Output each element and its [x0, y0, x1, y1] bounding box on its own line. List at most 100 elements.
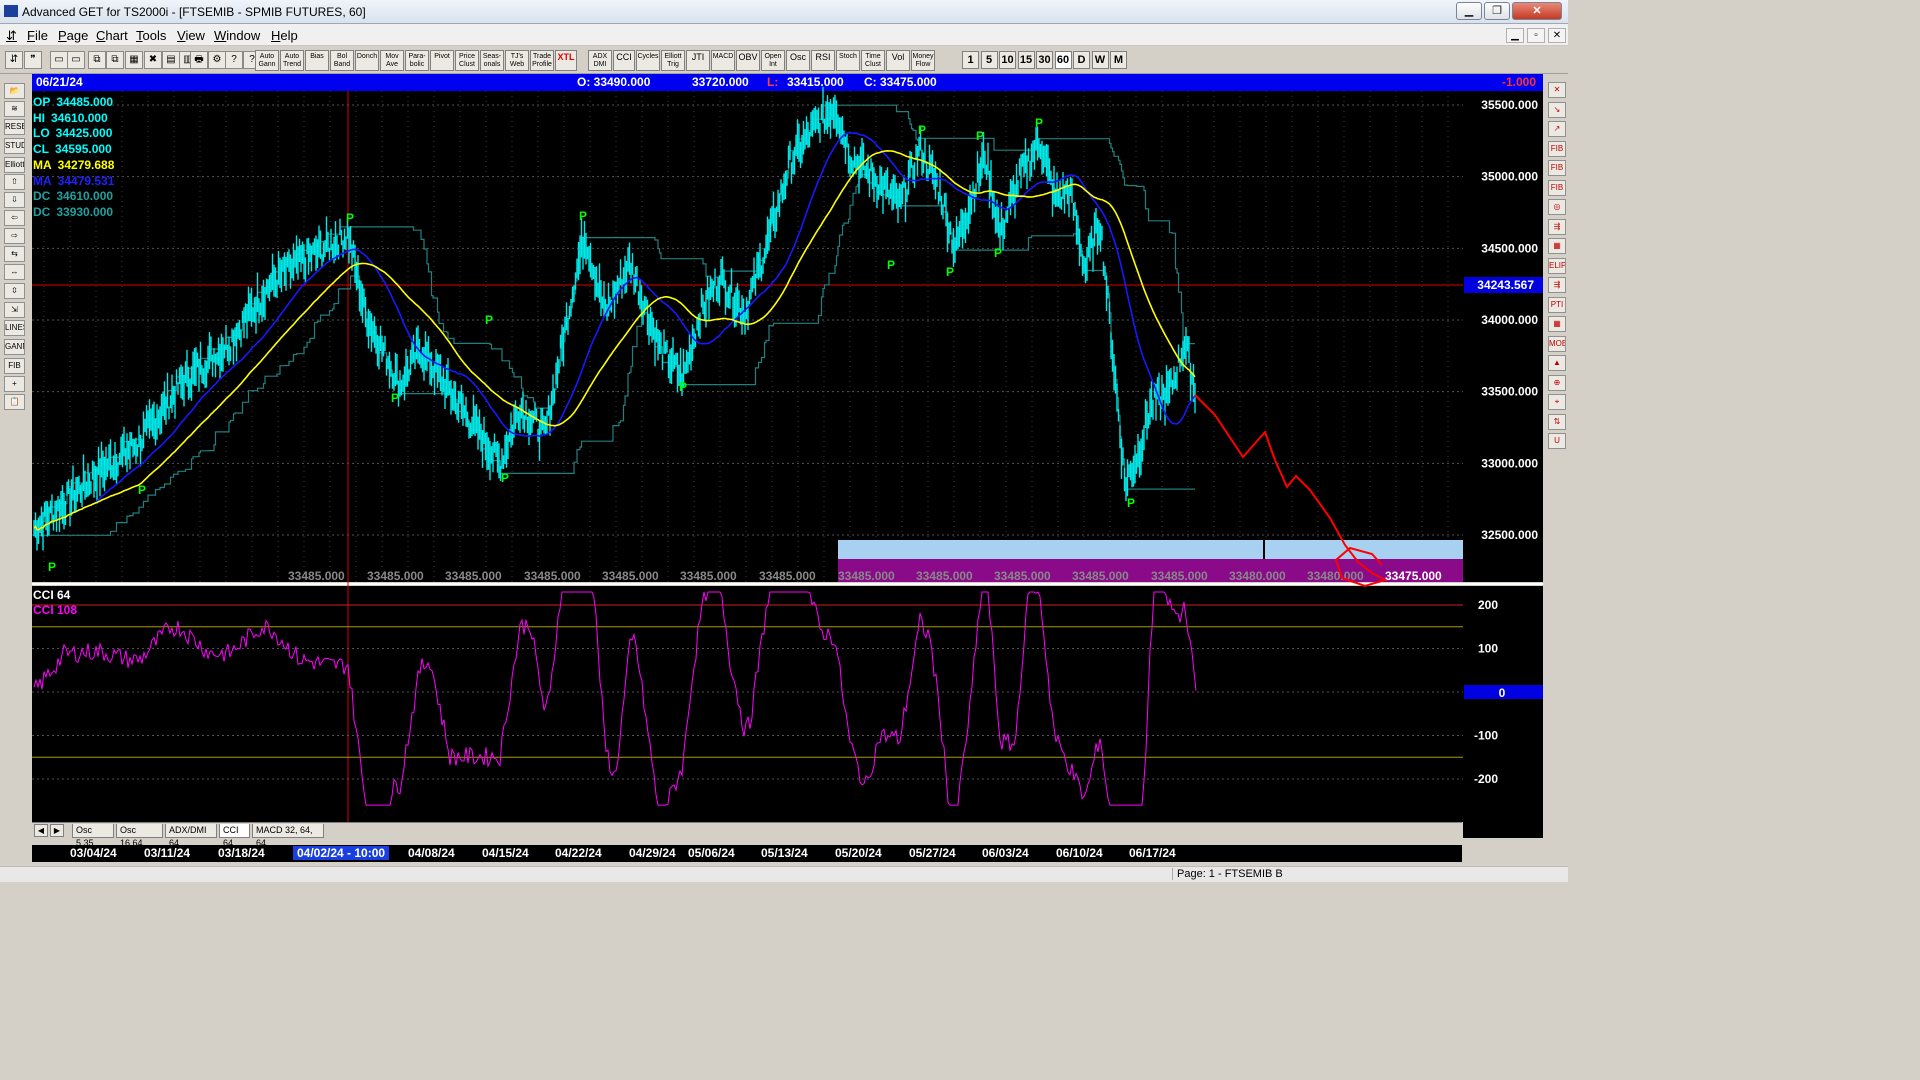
price-chart[interactable]: 35500.000 35000.000 34500.000 34000.000 3350… [0, 0, 1568, 882]
right-tool-1-icon[interactable]: ↘ [1548, 101, 1566, 118]
study-button-bias[interactable]: Bias [305, 50, 329, 71]
toolbar-icon-1[interactable]: ❞ [24, 51, 42, 69]
left-tool-17-icon[interactable]: 📋 [4, 394, 25, 410]
left-tool-6-icon[interactable]: ⇩ [4, 192, 25, 208]
study-button-cci[interactable]: CCI [613, 50, 635, 71]
toolbar-icon-11[interactable]: ⚙ [208, 51, 226, 69]
toolbar-icon-0[interactable]: ⇵ [5, 51, 23, 69]
right-tool-6-icon[interactable]: ◎ [1548, 199, 1566, 215]
right-tool-16-icon[interactable]: ⌖ [1548, 394, 1566, 410]
menu-chart[interactable]: Chart [96, 28, 128, 43]
study-button-osc[interactable]: Osc [786, 50, 810, 71]
period-button-m[interactable]: M [1110, 51, 1127, 69]
study-button-pivot[interactable]: Pivot [430, 50, 454, 71]
left-tool-3-icon[interactable]: STUDY [4, 138, 25, 154]
study-button-obv[interactable]: OBV [736, 50, 760, 71]
study-button-time-clust[interactable]: Time Clust [861, 50, 885, 71]
right-tool-3-icon[interactable]: FIB RET [1548, 140, 1566, 157]
right-tool-18-icon[interactable]: U [1548, 433, 1566, 449]
study-button-jti[interactable]: JTI [686, 50, 710, 71]
left-tool-7-icon[interactable]: ⇦ [4, 210, 25, 226]
study-button-mov-ave[interactable]: Mov Ave [380, 50, 404, 71]
tab-next-button[interactable]: ▶ [50, 824, 64, 837]
left-tool-14-icon[interactable]: GANN [4, 339, 25, 355]
toolbar-icon-3[interactable]: ▭ [67, 51, 85, 69]
indicator-tab[interactable]: Osc 16,64 [116, 824, 163, 848]
left-tool-16-icon[interactable]: + [4, 376, 25, 392]
toolbar-icon-10[interactable]: 🖶 [190, 51, 208, 69]
study-button-auto-gann[interactable]: Auto Gann [255, 50, 279, 71]
study-button-xtl[interactable]: XTL [555, 50, 577, 71]
toolbar-icon-5[interactable]: ⧉ [106, 51, 124, 69]
menu-tools[interactable]: Tools [136, 28, 166, 43]
period-button-30[interactable]: 30 [1036, 51, 1053, 69]
study-button-stoch[interactable]: Stoch [836, 50, 860, 71]
toolbar-icon-4[interactable]: ⧉ [88, 51, 106, 69]
right-tool-7-icon[interactable]: ⇶ [1548, 218, 1566, 235]
period-button-15[interactable]: 15 [1017, 51, 1035, 69]
study-button-open-int[interactable]: Open Int [761, 50, 785, 71]
study-button-price-clust[interactable]: Price Clust [455, 50, 479, 71]
study-button-auto-trend[interactable]: Auto Trend [280, 50, 304, 71]
study-button-bol-band[interactable]: Bol Band [330, 50, 354, 71]
mdi-minimize-button[interactable]: ▁ [1506, 28, 1524, 43]
indicator-tab[interactable]: Osc 5,35 [72, 824, 114, 848]
study-button-cycles[interactable]: Cycles [636, 50, 660, 71]
left-tool-13-icon[interactable]: LINES [4, 320, 25, 336]
toolbar-icon-12[interactable]: ? [225, 51, 243, 69]
right-tool-0-icon[interactable]: ✕ [1548, 82, 1566, 98]
study-button-trade-profile[interactable]: Trade Profile [530, 50, 554, 71]
period-button-d[interactable]: D [1073, 51, 1090, 69]
minimize-button[interactable]: ▁ [1456, 2, 1482, 20]
toolbar-icon-6[interactable]: ▦ [125, 51, 143, 69]
indicator-tab[interactable]: MACD 32, 64, 64 [252, 824, 324, 848]
menu-help[interactable]: Help [271, 28, 298, 43]
study-button-money-flow[interactable]: Money Flow [911, 50, 935, 71]
period-button-5[interactable]: 5 [980, 51, 998, 69]
left-tool-4-icon[interactable]: Elliott [4, 157, 25, 173]
study-button-macd[interactable]: MACD [711, 50, 735, 71]
right-tool-4-icon[interactable]: FIB EXT [1548, 160, 1566, 176]
study-button-rsi[interactable]: RSI [811, 50, 835, 71]
study-button-tj-s-web[interactable]: TJ's Web [505, 50, 529, 71]
period-button-1[interactable]: 1 [962, 51, 979, 69]
right-tool-13-icon[interactable]: MOB [1548, 335, 1566, 352]
menu-view[interactable]: View [177, 28, 205, 43]
maximize-button[interactable]: ❐ [1484, 2, 1510, 20]
left-tool-11-icon[interactable]: ⇳ [4, 283, 25, 299]
left-tool-9-icon[interactable]: ⇆ [4, 246, 25, 262]
left-tool-1-icon[interactable]: ≋ [4, 101, 25, 117]
right-tool-14-icon[interactable]: ▲ [1548, 355, 1566, 371]
indicator-tab[interactable]: CCI 64 [219, 824, 250, 848]
study-button-donch[interactable]: Donch [355, 50, 379, 71]
right-tool-10-icon[interactable]: ⇶ [1548, 277, 1566, 293]
right-tool-12-icon[interactable]: ▦ [1548, 316, 1566, 332]
toolbar-icon-2[interactable]: ▭ [50, 51, 68, 69]
mdi-close-button[interactable]: ✕ [1548, 28, 1566, 43]
menu-window[interactable]: Window [214, 28, 260, 43]
period-button-10[interactable]: 10 [999, 51, 1016, 69]
left-tool-0-icon[interactable]: 📂 [4, 83, 25, 99]
study-button-para-bolic[interactable]: Para- bolic [405, 50, 429, 71]
toolbar-icon-7[interactable]: ✖ [144, 51, 162, 69]
left-tool-8-icon[interactable]: ⇨ [4, 228, 25, 244]
menu-page[interactable]: Page [58, 28, 88, 43]
study-button-vol[interactable]: Vol [886, 50, 910, 71]
right-tool-9-icon[interactable]: ELIPS [1548, 257, 1566, 274]
period-button-60[interactable]: 60 [1054, 51, 1072, 69]
study-button-adx-dmi[interactable]: ADX DMI [588, 50, 612, 71]
left-tool-5-icon[interactable]: ⇧ [4, 174, 25, 190]
right-tool-5-icon[interactable]: FIB TIME [1548, 179, 1566, 196]
left-tool-12-icon[interactable]: ⇲ [4, 302, 25, 318]
close-button[interactable]: ✕ [1512, 2, 1562, 20]
tab-prev-button[interactable]: ◀ [34, 824, 48, 837]
study-button-elliott-trig[interactable]: Elliott Trig [661, 50, 685, 71]
right-tool-17-icon[interactable]: ⇅ [1548, 413, 1566, 430]
left-tool-10-icon[interactable]: ↔ [4, 264, 25, 280]
left-tool-15-icon[interactable]: FIB [4, 358, 25, 374]
right-tool-8-icon[interactable]: ▦ [1548, 238, 1566, 254]
study-button-seas-onals[interactable]: Seas- onals [480, 50, 504, 71]
left-tool-2-icon[interactable]: RESET [4, 119, 25, 135]
mdi-restore-button[interactable]: ▫ [1527, 28, 1545, 43]
right-tool-11-icon[interactable]: PTI [1548, 296, 1566, 313]
